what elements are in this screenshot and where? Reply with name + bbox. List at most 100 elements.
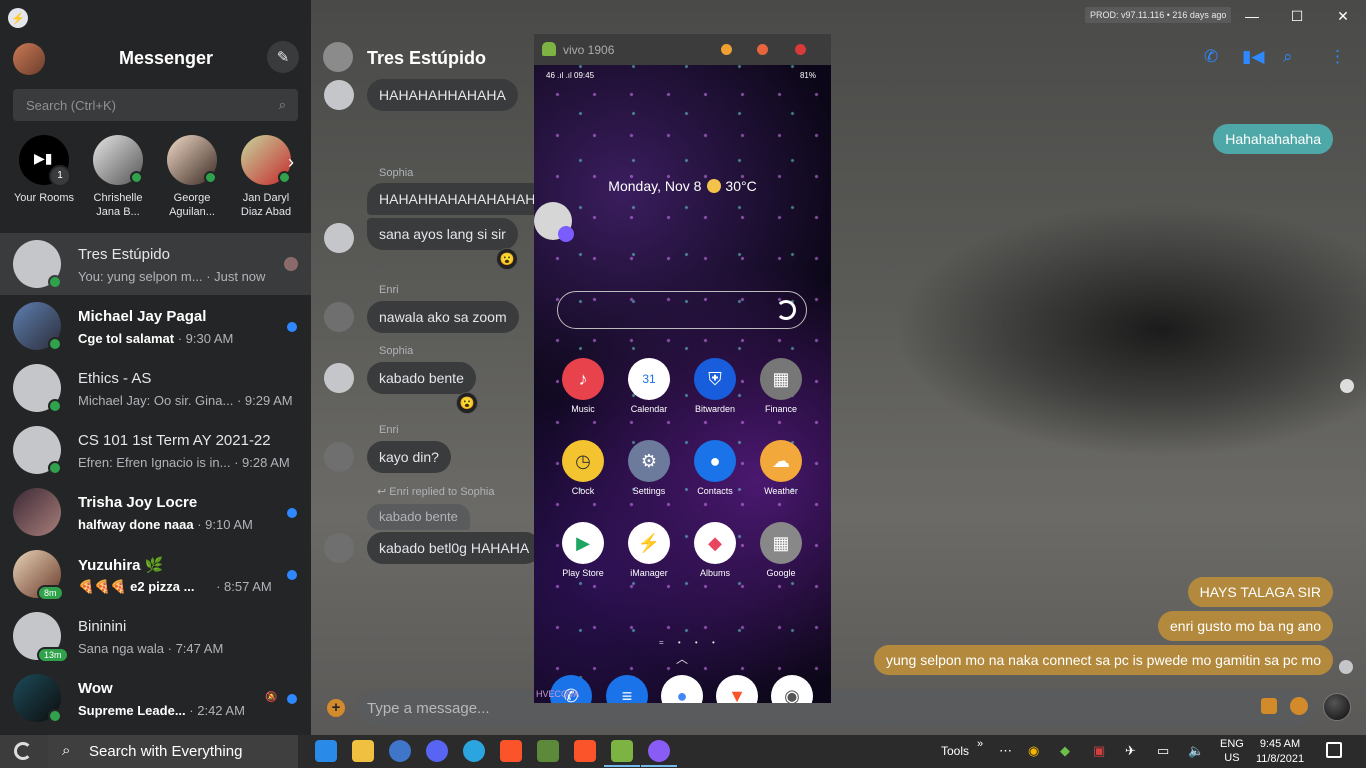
app-finance[interactable]: ▦ Finance: [751, 358, 811, 414]
battery-icon[interactable]: ▭: [1157, 743, 1169, 759]
phone-screen[interactable]: 46 .ıl .ıl 09:45 81% Monday, Nov 8 30°C ♪…: [534, 65, 831, 703]
app-contacts[interactable]: ● Contacts: [685, 440, 745, 496]
maximize-button[interactable]: ☐: [1285, 5, 1309, 27]
video-call-icon[interactable]: ▮◀: [1242, 47, 1264, 67]
taskbar-search[interactable]: ⌕ Search with Everything: [48, 735, 298, 768]
emoji-icon[interactable]: [1290, 697, 1308, 715]
conversation-item[interactable]: 8m Yuzuhira 🌿 🍕🍕🍕 e2 pizza ... · 8:57 AM: [0, 543, 311, 605]
app-play-store[interactable]: ▶ Play Store: [553, 522, 613, 578]
chevron-right-icon[interactable]: ›: [280, 149, 302, 175]
tray-app-icon[interactable]: ▣: [1093, 743, 1105, 759]
app-weather[interactable]: ☁ Weather: [751, 440, 811, 496]
date-weather-widget[interactable]: Monday, Nov 8 30°C: [534, 178, 831, 194]
maximize-button[interactable]: [757, 44, 768, 55]
vscode-icon[interactable]: [315, 740, 337, 762]
volume-icon[interactable]: 🔈: [1188, 743, 1204, 759]
discord-icon[interactable]: [426, 740, 448, 762]
brave-icon[interactable]: [574, 740, 596, 762]
message-input[interactable]: [355, 690, 1315, 726]
app-music[interactable]: ♪ Music: [553, 358, 613, 414]
outgoing-message[interactable]: yung selpon mo na naka connect sa pc is …: [873, 645, 1333, 675]
reaction-emoji[interactable]: 😮: [456, 392, 478, 414]
avatar: [324, 302, 354, 332]
chrome-icon[interactable]: ◉: [1028, 743, 1039, 759]
message-bubble[interactable]: HAHAHAHHAHAHA: [367, 79, 518, 111]
new-message-button[interactable]: ✎: [267, 41, 299, 73]
conversation-item[interactable]: CS 101 1st Term AY 2021-22 Efren: Efren …: [0, 419, 311, 481]
notification-icon[interactable]: [1326, 742, 1342, 758]
plus-icon[interactable]: +: [327, 699, 345, 717]
file-explorer-icon[interactable]: [352, 740, 374, 762]
close-button[interactable]: [795, 44, 806, 55]
message-bubble[interactable]: kabado bente: [367, 362, 476, 394]
minecraft-icon[interactable]: [537, 740, 559, 762]
app-imanager[interactable]: ⚡ iManager: [619, 522, 679, 578]
online-indicator: [48, 275, 62, 289]
android-icon[interactable]: [604, 740, 640, 767]
messenger-icon[interactable]: [641, 740, 677, 767]
chat-title[interactable]: Tres Estúpido: [367, 48, 486, 69]
app-albums[interactable]: ◆ Albums: [685, 522, 745, 578]
conversation-name: Michael Jay Pagal: [78, 308, 207, 325]
app-settings[interactable]: ⚙ Settings: [619, 440, 679, 496]
tools-toolbar[interactable]: Tools: [941, 744, 969, 758]
minimize-button[interactable]: —: [1240, 5, 1264, 27]
conversation-item[interactable]: Ethics - AS Michael Jay: Oo sir. Gina...…: [0, 357, 311, 419]
search-box[interactable]: ⌕: [13, 89, 298, 121]
outgoing-message[interactable]: HAYS TALAGA SIR: [1187, 577, 1333, 607]
conversation-snippet: Cge tol salamat · 9:30 AM: [78, 331, 234, 346]
chevron-icon[interactable]: »: [977, 738, 983, 750]
battery-level: 81%: [799, 71, 816, 80]
reply-indicator: ↩ Enri replied to Sophia: [377, 486, 495, 498]
conversation-item[interactable]: 13m Bininini Sana nga wala · 7:47 AM: [0, 605, 311, 667]
phone-window-titlebar[interactable]: vivo 1906: [534, 34, 831, 65]
search-input[interactable]: [13, 89, 298, 121]
quoted-message[interactable]: kabado bente: [367, 504, 470, 530]
conversation-item[interactable]: Wow Supreme Leade... · 2:42 AM 🔕: [0, 667, 311, 729]
active-contact[interactable]: Chrishelle Jana B...: [81, 133, 155, 219]
active-contact[interactable]: Jan Daryl Diaz Abad: [229, 133, 303, 219]
tray-app-icon[interactable]: ◆: [1060, 743, 1070, 759]
message-input-box[interactable]: [355, 690, 1315, 726]
outgoing-message[interactable]: enri gusto mo ba ng ano: [1158, 611, 1333, 641]
close-button[interactable]: ✕: [1331, 5, 1355, 27]
group-avatar[interactable]: [323, 42, 353, 72]
more-icon[interactable]: ⋯: [999, 743, 1012, 759]
conversation-item[interactable]: Trisha Joy Locre halfway done naaa · 9:1…: [0, 481, 311, 543]
chat-head-bubble[interactable]: [534, 202, 574, 242]
brave-icon[interactable]: [500, 740, 522, 762]
seen-avatar: [1340, 379, 1354, 393]
my-avatar[interactable]: [13, 43, 45, 75]
conversation-item[interactable]: Michael Jay Pagal Cge tol salamat · 9:30…: [0, 295, 311, 357]
active-contact[interactable]: George Aguilan...: [155, 133, 229, 219]
quick-reaction-icon[interactable]: [1323, 693, 1351, 721]
google-search-bar[interactable]: [557, 291, 807, 329]
chevron-up-icon[interactable]: ︿: [676, 650, 688, 667]
outgoing-message[interactable]: Hahahahahaha: [1213, 124, 1333, 154]
search-icon[interactable]: ⌕: [1283, 47, 1293, 67]
message-bubble[interactable]: kabado betl0g HAHAHA: [367, 532, 542, 564]
sticker-icon[interactable]: [1261, 698, 1277, 714]
conversation-item[interactable]: Tres Estúpido You: yung selpon m... · Ju…: [0, 233, 311, 295]
app-clock[interactable]: ◷ Clock: [553, 440, 613, 496]
app-icon[interactable]: [389, 740, 411, 762]
app-bitwarden[interactable]: ⛨ Bitwarden: [685, 358, 745, 414]
reaction-emoji[interactable]: 😮: [496, 248, 518, 270]
your-rooms[interactable]: ▶▮ 1 Your Rooms: [7, 133, 81, 205]
telegram-icon[interactable]: [463, 740, 485, 762]
minimize-button[interactable]: [721, 44, 732, 55]
phone-icon[interactable]: ✆: [1204, 47, 1218, 67]
message-bubble[interactable]: HAHAHHAHAHAHAHAHA: [367, 183, 557, 215]
more-options-icon[interactable]: ⋮: [1329, 47, 1346, 67]
message-bubble[interactable]: sana ayos lang si sir: [367, 218, 518, 250]
app-google[interactable]: ▦ Google: [751, 522, 811, 578]
airplane-icon[interactable]: ✈: [1125, 743, 1136, 759]
message-bubble[interactable]: kayo din?: [367, 441, 451, 473]
message-bubble[interactable]: nawala ako sa zoom: [367, 301, 519, 333]
language-indicator[interactable]: ENG US: [1220, 737, 1244, 765]
clock[interactable]: 9:45 AM 11/8/2021: [1255, 737, 1305, 767]
messenger-logo-icon: ⚡: [8, 8, 28, 28]
app-calendar[interactable]: 31 Calendar: [619, 358, 679, 414]
start-button[interactable]: [0, 735, 48, 768]
phone-status-bar: 46 .ıl .ıl 09:45 81%: [546, 71, 816, 80]
